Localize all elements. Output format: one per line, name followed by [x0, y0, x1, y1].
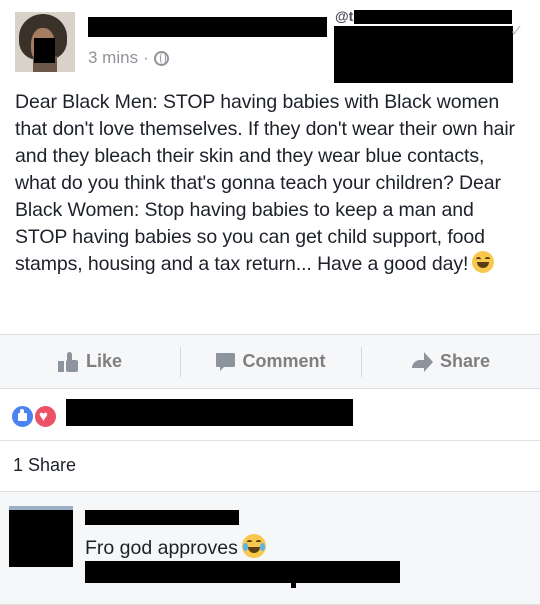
share-count[interactable]: 1 Share [13, 455, 76, 476]
reaction-names-redaction [66, 399, 353, 426]
tears-of-joy-face-icon [241, 534, 266, 558]
post-body: Dear Black Men: STOP having babies with … [15, 89, 529, 278]
author-handle[interactable]: @t [335, 8, 353, 24]
comment-body: Fro god approves [85, 534, 266, 560]
grinning-squinting-face-icon [472, 251, 495, 273]
post-timestamp[interactable]: 3 mins [88, 48, 138, 68]
globe-icon[interactable] [153, 50, 169, 66]
like-button[interactable]: Like [0, 335, 180, 388]
author-name-redaction [88, 17, 327, 37]
post-action-bar: Like Comment Share [0, 335, 540, 388]
share-arrow-icon [411, 351, 434, 372]
reaction-summary[interactable] [10, 404, 62, 430]
comment-actions-redaction [85, 561, 400, 583]
post-meta: 3 mins · [88, 48, 169, 68]
meta-separator: · [143, 48, 149, 67]
comment-section [0, 492, 540, 605]
like-reaction-icon [10, 404, 35, 429]
post-text: Dear Black Men: STOP having babies with … [15, 91, 515, 275]
chevron-down-icon[interactable]: ✓ [510, 21, 523, 41]
divider [0, 388, 540, 389]
share-button[interactable]: Share [362, 335, 540, 388]
commenter-name-redaction [85, 510, 239, 525]
commenter-avatar-redaction [9, 510, 73, 567]
author-avatar[interactable] [15, 12, 75, 72]
header-redaction-block [334, 26, 513, 83]
comment-bubble-icon [216, 352, 236, 371]
comment-label: Comment [242, 351, 326, 371]
comment-button[interactable]: Comment [181, 335, 361, 388]
love-reaction-icon [33, 404, 58, 429]
share-label: Share [439, 351, 491, 371]
redaction-mark [291, 580, 296, 588]
handle-redaction [354, 10, 512, 24]
comment-text: Fro god approves [85, 537, 238, 559]
divider [0, 440, 540, 441]
like-label: Like [85, 351, 123, 371]
avatar-redaction [34, 38, 55, 63]
thumbs-up-icon [57, 351, 80, 372]
